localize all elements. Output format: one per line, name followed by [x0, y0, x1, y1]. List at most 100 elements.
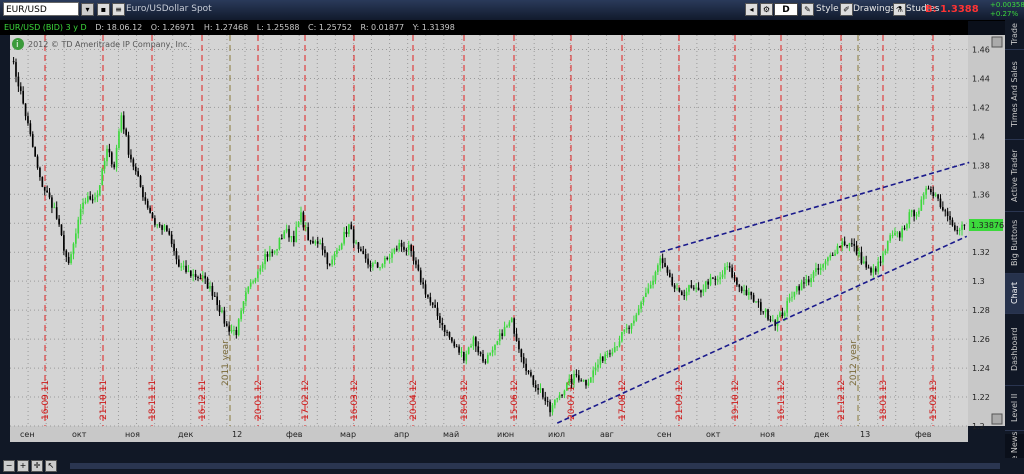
candle-body	[405, 249, 408, 251]
candle-body	[379, 267, 381, 269]
candle-body	[913, 210, 915, 217]
candle-body	[491, 349, 494, 353]
candle-body	[316, 241, 319, 244]
candle-body	[697, 287, 700, 291]
tab-times-and-sales[interactable]: Times And Sales	[1005, 50, 1024, 140]
candle-body	[843, 241, 846, 245]
candle-body	[810, 277, 812, 283]
candle-body	[266, 254, 269, 257]
candle-body	[848, 243, 851, 246]
candle-body	[211, 285, 214, 296]
candle-body	[431, 302, 434, 305]
candle-body	[89, 196, 92, 200]
candle-body	[51, 197, 53, 208]
scroll-up-icon[interactable]	[991, 36, 1003, 48]
tab-active-trader[interactable]: Active Trader	[1005, 140, 1024, 212]
scroll-down-icon[interactable]	[991, 413, 1003, 425]
candle-body	[446, 331, 448, 333]
candle-body	[113, 164, 116, 168]
candle-body	[953, 225, 956, 231]
candle-body	[137, 171, 139, 177]
candle-body	[685, 291, 688, 296]
candle-body	[800, 282, 803, 291]
candle-body	[254, 278, 257, 282]
candle-body	[932, 192, 935, 196]
candle-body	[807, 279, 810, 283]
candle-body	[762, 311, 765, 313]
year-marker-label: 2012 year	[849, 340, 859, 386]
candle-body	[692, 287, 695, 289]
x-tick-label: окт	[706, 430, 721, 439]
candle-body	[343, 231, 345, 244]
candle-body	[601, 356, 604, 361]
tab-trade[interactable]: Trade	[1005, 20, 1024, 50]
date-marker-label: 18.05.12	[460, 380, 470, 420]
candle-body	[280, 238, 283, 240]
chart-area[interactable]: 1.21.221.241.261.281.31.321.341.361.381.…	[0, 35, 1005, 462]
tab-chart[interactable]: Chart	[1005, 274, 1024, 314]
candle-body	[539, 388, 542, 390]
prev-icon[interactable]: ◂	[745, 3, 758, 16]
candle-body	[748, 291, 750, 296]
candle-body	[304, 227, 307, 229]
period-selector[interactable]: D	[774, 3, 798, 16]
symbol-dropdown-icon[interactable]: ▾	[81, 3, 94, 16]
zoom-out-icon[interactable]: −	[3, 460, 15, 472]
tab-level-ii[interactable]: Level II	[1005, 386, 1024, 431]
price-chart[interactable]: 1.21.221.241.261.281.31.321.341.361.381.…	[0, 35, 1005, 458]
candle-body	[551, 405, 554, 413]
candle-body	[242, 301, 245, 311]
crosshair-icon[interactable]: ✛	[31, 460, 43, 472]
candle-body	[472, 337, 475, 347]
watermark: 2012 © TD Ameritrade IP Company, Inc.	[28, 40, 190, 49]
candle-body	[642, 296, 645, 303]
candle-body	[891, 235, 894, 237]
candle-body	[884, 250, 887, 254]
quote-pct: +0.27%	[990, 10, 1019, 18]
candle-body	[666, 266, 669, 273]
candle-body	[918, 210, 920, 215]
candle-body	[415, 260, 417, 265]
x-tick-label: дек	[814, 430, 829, 439]
candle-body	[48, 192, 51, 198]
candle-body	[724, 267, 726, 275]
x-tick-label: фев	[286, 430, 303, 439]
candle-body	[240, 310, 242, 320]
candle-body	[542, 388, 544, 398]
info-icon-glyph: i	[16, 40, 19, 50]
candle-body	[930, 188, 932, 193]
symbol-input[interactable]: EUR/USD	[3, 2, 79, 16]
tab-big-buttons[interactable]: Big Buttons	[1005, 212, 1024, 274]
pointer-icon[interactable]: ↖	[45, 460, 57, 472]
candle-body	[17, 76, 20, 87]
horizontal-scrollbar[interactable]	[70, 463, 1000, 469]
style-menu[interactable]: Style	[816, 2, 839, 17]
info-icon[interactable]: ≡	[112, 3, 125, 16]
candle-body	[204, 275, 207, 279]
settings-icon[interactable]: ⚙	[760, 3, 773, 16]
drawings-menu[interactable]: Drawings	[853, 2, 895, 17]
date-marker-label: 16.03.12	[350, 380, 360, 420]
candle-body	[103, 161, 106, 169]
candle-body	[324, 249, 326, 254]
candle-body	[613, 347, 616, 353]
candle-body	[515, 333, 518, 341]
link-icon[interactable]: ▪	[97, 3, 110, 16]
zoom-in-icon[interactable]: +	[17, 460, 29, 472]
candle-body	[247, 286, 250, 293]
candle-body	[759, 302, 762, 312]
candle-body	[501, 333, 504, 336]
candle-body	[360, 249, 362, 251]
candle-body	[163, 225, 166, 230]
tab-dashboard[interactable]: Dashboard	[1005, 314, 1024, 386]
date-marker-label: 21.10.11	[99, 380, 109, 420]
candle-body	[352, 229, 355, 244]
y-tick-label: 1.28	[972, 306, 990, 315]
date-marker-label: 15.06.12	[510, 380, 520, 420]
candle-body	[55, 207, 58, 219]
candle-body	[611, 352, 614, 355]
candle-body	[292, 236, 295, 243]
candle-body	[812, 272, 815, 278]
candle-body	[96, 194, 99, 198]
candle-body	[791, 296, 793, 298]
